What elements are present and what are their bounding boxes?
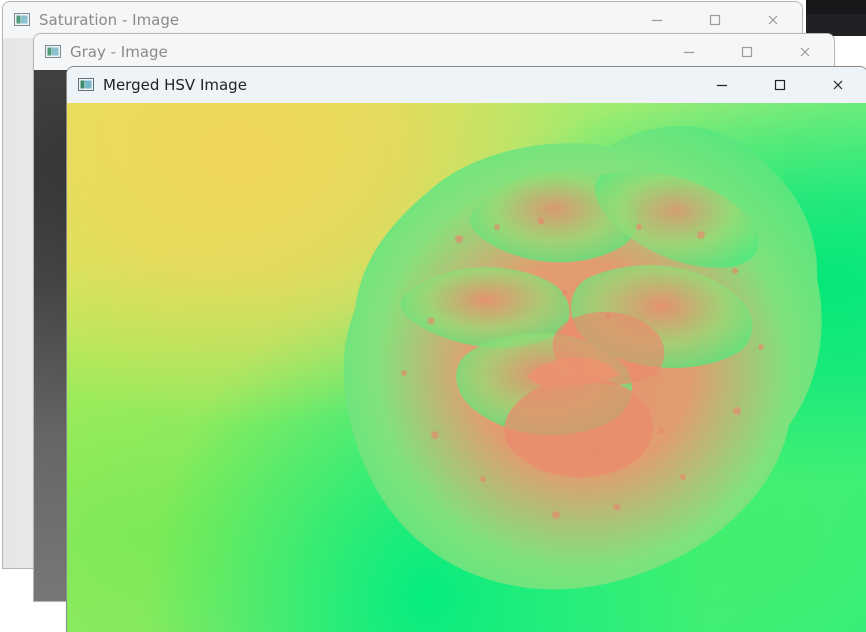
maximize-button[interactable] (751, 67, 809, 103)
window-app-icon (44, 43, 62, 61)
gray-window-title: Gray - Image (70, 43, 168, 61)
maximize-button[interactable] (718, 34, 776, 70)
hsv-window[interactable]: Merged HSV Image (66, 66, 866, 632)
gray-titlebar[interactable]: Gray - Image (34, 34, 834, 70)
background-dark-edge (806, 0, 866, 14)
minimize-button[interactable] (660, 34, 718, 70)
minimize-icon (651, 11, 663, 30)
window-app-icon (77, 76, 95, 94)
close-button[interactable] (776, 34, 834, 70)
hsv-window-controls (693, 67, 866, 103)
minimize-icon (716, 76, 728, 95)
maximize-icon (741, 43, 753, 62)
hsv-image-area (67, 103, 866, 632)
rose-shape (309, 109, 829, 603)
close-icon (767, 11, 779, 30)
maximize-icon (709, 11, 721, 30)
minimize-icon (683, 43, 695, 62)
saturation-window-title: Saturation - Image (39, 11, 180, 29)
maximize-icon (774, 76, 786, 95)
close-button[interactable] (809, 67, 866, 103)
minimize-button[interactable] (693, 67, 751, 103)
hsv-window-title: Merged HSV Image (103, 76, 247, 94)
merged-hsv-image (67, 103, 866, 632)
window-app-icon (13, 11, 31, 29)
close-icon (799, 43, 811, 62)
desktop: Saturation - Image Gray - Image Merged H… (0, 0, 866, 632)
gray-window-controls (660, 34, 834, 70)
hsv-titlebar[interactable]: Merged HSV Image (67, 67, 866, 103)
close-icon (832, 76, 844, 95)
